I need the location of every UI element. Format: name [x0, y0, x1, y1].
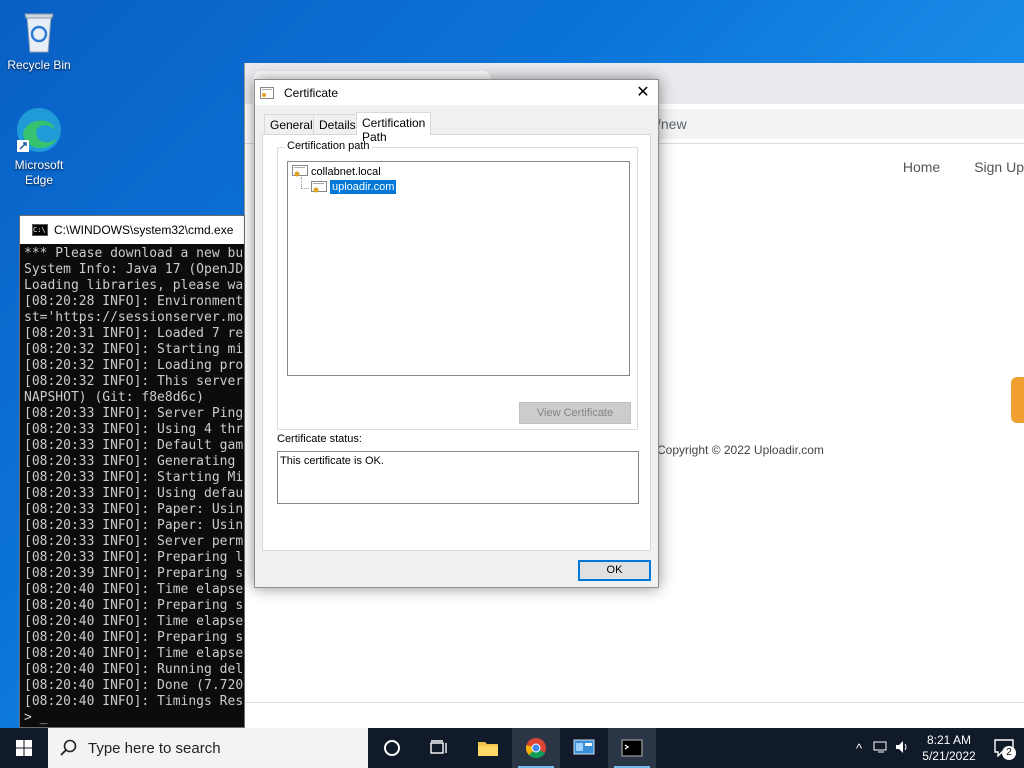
- certificate-icon: [292, 165, 308, 177]
- cmd-icon: C:\: [32, 224, 48, 236]
- task-view-icon: [430, 740, 447, 754]
- console-line: [08:20:33 INFO]: Paper: Usin: [24, 518, 244, 533]
- taskbar-control-panel[interactable]: [560, 728, 608, 768]
- folder-icon: [478, 742, 498, 756]
- console-line: [08:20:40 INFO]: Time elapse: [24, 582, 244, 597]
- view-certificate-button[interactable]: View Certificate: [519, 402, 631, 424]
- chrome-icon: [526, 738, 546, 759]
- terminal-icon: [621, 739, 643, 757]
- system-tray: ^ 8:21 AM 5/21/2022 2: [848, 728, 1024, 768]
- dialog-titlebar[interactable]: Certificate ✕: [255, 80, 658, 105]
- certificate-icon: [311, 180, 327, 192]
- desktop-icon-edge[interactable]: Microsoft Edge: [1, 106, 77, 188]
- edge-label: Microsoft Edge: [14, 158, 64, 187]
- console-line: System Info: Java 17 (OpenJD: [24, 262, 244, 277]
- clock[interactable]: 8:21 AM 5/21/2022: [914, 732, 984, 764]
- console-output[interactable]: *** Please download a new bu System Info:…: [24, 246, 244, 727]
- cortana-button[interactable]: [368, 728, 416, 768]
- nav-home-link[interactable]: Home: [903, 159, 940, 175]
- certificate-tree[interactable]: collabnet.local uploadir.com: [287, 161, 630, 376]
- tab-panel: Certification path collabnet.local uploa…: [262, 134, 651, 551]
- console-line: *** Please download a new bu: [24, 246, 244, 261]
- network-icon[interactable]: [870, 740, 892, 757]
- edge-icon: [17, 108, 61, 152]
- copyright-text: Copyright © 2022 Uploadir.com: [657, 443, 824, 457]
- console-line: [08:20:33 INFO]: Using defau: [24, 486, 244, 501]
- console-line: Loading libraries, please wa: [24, 278, 244, 293]
- console-line: [08:20:40 INFO]: Done (7.720: [24, 678, 244, 693]
- console-line: [08:20:33 INFO]: Generating: [24, 454, 236, 469]
- taskbar-chrome[interactable]: [512, 728, 560, 768]
- console-line: [08:20:40 INFO]: Timings Res: [24, 694, 244, 709]
- floating-tab[interactable]: [1011, 377, 1024, 423]
- site-nav: Home Sign Up: [869, 159, 1024, 175]
- console-line: [08:20:32 INFO]: Starting mi: [24, 342, 244, 357]
- task-view-button[interactable]: [416, 728, 464, 768]
- cmd-title: C:\WINDOWS\system32\cmd.exe: [54, 223, 234, 237]
- console-line: [08:20:33 INFO]: Preparing l: [24, 550, 244, 565]
- taskbar-file-explorer[interactable]: [464, 728, 512, 768]
- console-line: [08:20:28 INFO]: Environment: [24, 294, 244, 309]
- tree-node-root-label: collabnet.local: [311, 165, 381, 178]
- console-line: NAPSHOT) (Git: f8e8d6c): [24, 390, 205, 405]
- tree-connector: [301, 188, 309, 189]
- search-placeholder: Type here to search: [88, 739, 221, 757]
- desktop-icon-recycle-bin[interactable]: Recycle Bin: [1, 8, 77, 73]
- dialog-title: Certificate: [284, 85, 339, 100]
- console-line: [08:20:33 INFO]: Server Ping: [24, 406, 244, 421]
- tab-certification-path[interactable]: Certification Path: [356, 112, 432, 144]
- tab-details[interactable]: Details: [313, 114, 362, 134]
- recycle-bin-icon: [24, 13, 54, 53]
- certificate-dialog: Certificate ✕ General Details Certificat…: [254, 79, 659, 588]
- volume-icon[interactable]: [892, 740, 914, 757]
- console-line: [08:20:32 INFO]: This server: [24, 374, 244, 389]
- control-panel-icon: [573, 739, 595, 755]
- cmd-titlebar[interactable]: C:\ C:\WINDOWS\system32\cmd.exe: [20, 216, 244, 244]
- taskbar-cmd[interactable]: [608, 728, 656, 768]
- download-bar: [245, 702, 1024, 728]
- console-line: st='https://sessionserver.mo: [24, 310, 244, 325]
- windows-icon: [16, 740, 32, 756]
- taskbar-search[interactable]: Type here to search: [48, 728, 368, 768]
- console-line: [08:20:32 INFO]: Loading pro: [24, 358, 244, 373]
- certificate-icon: [260, 86, 274, 99]
- cortana-icon: [384, 740, 400, 756]
- tree-node-leaf-label: uploadir.com: [330, 180, 397, 194]
- console-line: [08:20:33 INFO]: Using 4 thr: [24, 422, 244, 437]
- console-line: [08:20:40 INFO]: Preparing s: [24, 630, 244, 645]
- console-line: > _: [24, 710, 48, 725]
- taskbar: Type here to search ^ 8:21 AM 5/21/2022 …: [0, 728, 1024, 768]
- console-line: [08:20:39 INFO]: Preparing s: [24, 566, 244, 581]
- certification-path-group: Certification path collabnet.local uploa…: [277, 140, 638, 430]
- tree-node-leaf[interactable]: uploadir.com: [311, 180, 397, 194]
- start-button[interactable]: [0, 728, 48, 768]
- console-line: [08:20:33 INFO]: Paper: Usin: [24, 502, 244, 517]
- nav-signup-link[interactable]: Sign Up: [974, 159, 1024, 175]
- close-icon[interactable]: ✕: [628, 80, 658, 105]
- tree-node-root[interactable]: collabnet.local: [292, 165, 381, 178]
- notification-badge: 2: [1002, 746, 1016, 760]
- cmd-window[interactable]: C:\ C:\WINDOWS\system32\cmd.exe *** Plea…: [19, 215, 245, 728]
- action-center-button[interactable]: 2: [984, 728, 1024, 768]
- console-line: [08:20:31 INFO]: Loaded 7 re: [24, 326, 244, 341]
- clock-time: 8:21 AM: [926, 733, 972, 747]
- search-icon: [60, 739, 77, 756]
- ok-button[interactable]: OK: [578, 560, 651, 581]
- console-line: [08:20:33 INFO]: Default gam: [24, 438, 244, 453]
- console-line: [08:20:40 INFO]: Time elapse: [24, 646, 244, 661]
- console-line: [08:20:33 INFO]: Server perm: [24, 534, 244, 549]
- console-line: [08:20:33 INFO]: Starting Mi: [24, 470, 244, 485]
- console-line: [08:20:40 INFO]: Time elapse: [24, 614, 244, 629]
- tab-general[interactable]: General: [264, 114, 319, 134]
- console-line: [08:20:40 INFO]: Preparing s: [24, 598, 244, 613]
- clock-date: 5/21/2022: [922, 749, 976, 763]
- certificate-status-text[interactable]: This certificate is OK.: [277, 451, 639, 504]
- certification-path-label: Certification path: [285, 140, 372, 152]
- certificate-status-label: Certificate status:: [277, 433, 362, 445]
- chevron-up-icon[interactable]: ^: [848, 741, 870, 756]
- recycle-bin-label: Recycle Bin: [7, 58, 71, 72]
- console-line: [08:20:40 INFO]: Running del: [24, 662, 244, 677]
